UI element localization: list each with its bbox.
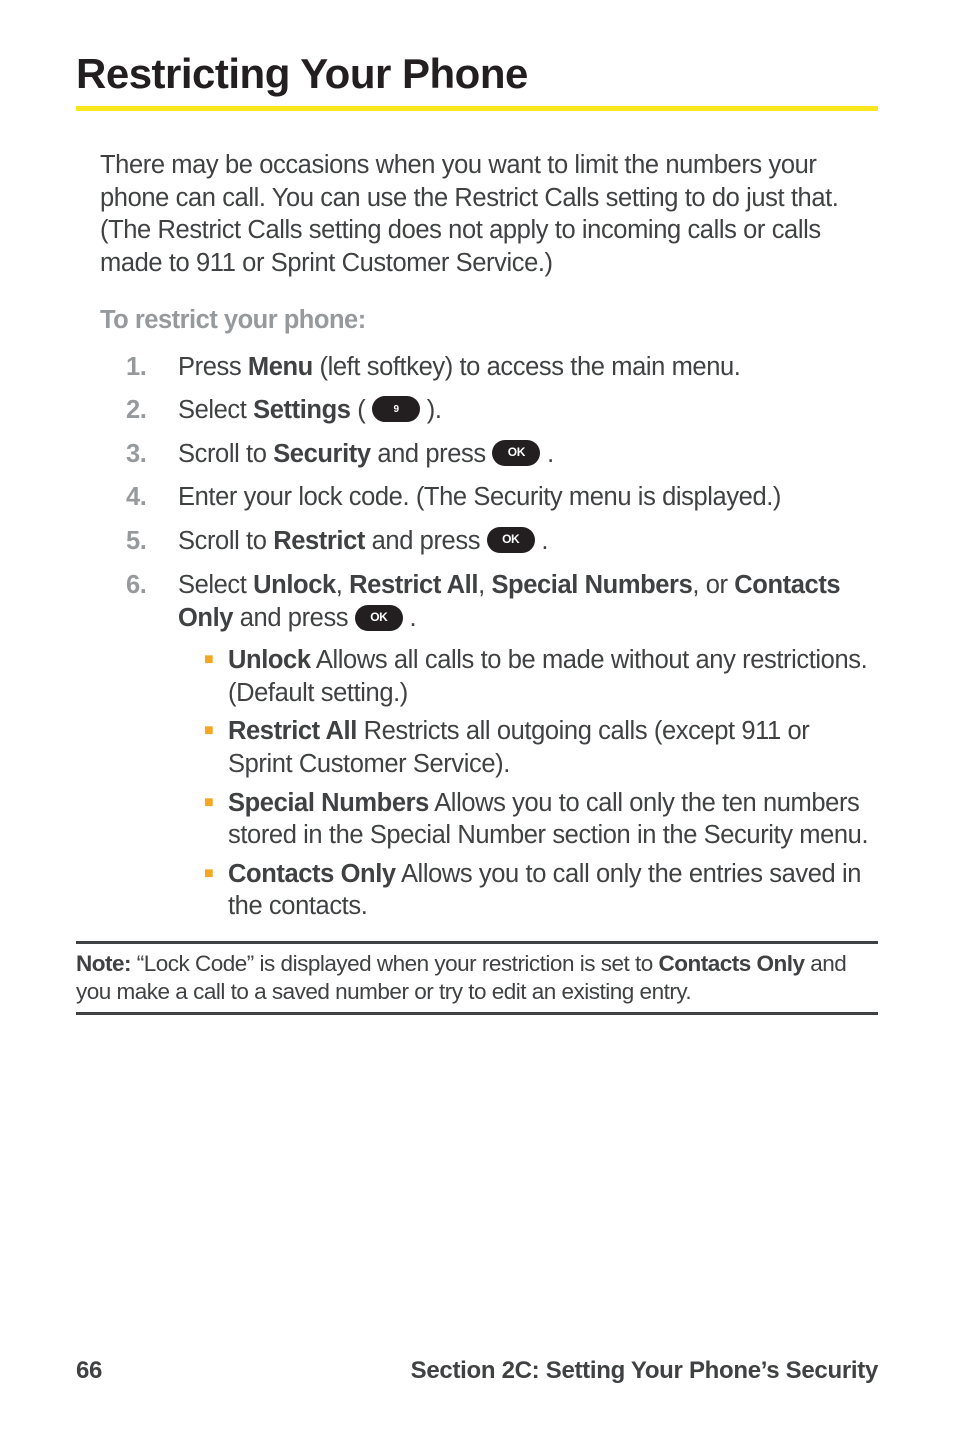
text: ). bbox=[420, 396, 441, 424]
text: (left softkey) to access the main menu. bbox=[313, 353, 741, 381]
text: Scroll to bbox=[178, 527, 273, 555]
text: , bbox=[336, 571, 349, 599]
step-5: 5. Scroll to Restrict and press OK . bbox=[126, 525, 878, 559]
list-item: ■ Special Numbers Allows you to call onl… bbox=[178, 787, 878, 852]
text: Allows all calls to be made without any … bbox=[228, 646, 867, 707]
text: . bbox=[540, 440, 553, 468]
restrict-all-option: Restrict All bbox=[349, 571, 478, 599]
bullet-icon: ■ bbox=[204, 793, 228, 852]
key-ok-icon: OK bbox=[492, 440, 540, 466]
special-numbers-option: Special Numbers bbox=[491, 571, 692, 599]
menu-label: Menu bbox=[248, 353, 313, 381]
text: . bbox=[403, 604, 416, 632]
text: and press bbox=[371, 440, 493, 468]
step-body: Scroll to Security and press OK . bbox=[178, 438, 878, 472]
step-number: 2. bbox=[126, 394, 178, 428]
list-item: ■ Unlock Allows all calls to be made wit… bbox=[178, 644, 878, 709]
list-item: ■ Restrict All Restricts all outgoing ca… bbox=[178, 715, 878, 780]
contacts-only-ref: Contacts Only bbox=[659, 951, 805, 976]
key-ok-icon: OK bbox=[355, 605, 403, 631]
steps-list: 1. Press Menu (left softkey) to access t… bbox=[126, 351, 878, 930]
step-number: 5. bbox=[126, 525, 178, 559]
subhead: To restrict your phone: bbox=[100, 306, 878, 335]
intro-paragraph: There may be occasions when you want to … bbox=[100, 149, 878, 280]
note-label: Note: bbox=[76, 951, 137, 976]
step-number: 6. bbox=[126, 569, 178, 929]
restrict-label: Restrict bbox=[273, 527, 365, 555]
settings-label: Settings bbox=[253, 396, 350, 424]
bullet-body: Unlock Allows all calls to be made witho… bbox=[228, 644, 878, 709]
step-number: 4. bbox=[126, 481, 178, 515]
step-4: 4. Enter your lock code. (The Security m… bbox=[126, 481, 878, 515]
bullet-body: Special Numbers Allows you to call only … bbox=[228, 787, 878, 852]
text: “Lock Code” is displayed when your restr… bbox=[137, 951, 659, 976]
step-body: Select Settings ( 9 ). bbox=[178, 394, 878, 428]
step-body: Select Unlock, Restrict All, Special Num… bbox=[178, 569, 878, 929]
bullet-body: Restrict All Restricts all outgoing call… bbox=[228, 715, 878, 780]
options-list: ■ Unlock Allows all calls to be made wit… bbox=[178, 644, 878, 923]
step-2: 2. Select Settings ( 9 ). bbox=[126, 394, 878, 428]
text: , or bbox=[692, 571, 734, 599]
step-number: 3. bbox=[126, 438, 178, 472]
step-3: 3. Scroll to Security and press OK . bbox=[126, 438, 878, 472]
step-number: 1. bbox=[126, 351, 178, 385]
contacts-only-label: Contacts Only bbox=[228, 860, 396, 888]
text: Enter your lock code. (The Security menu… bbox=[178, 483, 781, 511]
bullet-icon: ■ bbox=[204, 721, 228, 780]
step-6: 6. Select Unlock, Restrict All, Special … bbox=[126, 569, 878, 929]
text: Scroll to bbox=[178, 440, 273, 468]
section-label: Section 2C: Setting Your Phone’s Securit… bbox=[411, 1357, 878, 1385]
step-body: Press Menu (left softkey) to access the … bbox=[178, 351, 878, 385]
step-body: Scroll to Restrict and press OK . bbox=[178, 525, 878, 559]
page-title: Restricting Your Phone bbox=[76, 50, 878, 111]
text: , bbox=[478, 571, 491, 599]
step-1: 1. Press Menu (left softkey) to access t… bbox=[126, 351, 878, 385]
text: and press bbox=[233, 604, 355, 632]
list-item: ■ Contacts Only Allows you to call only … bbox=[178, 858, 878, 923]
note-box: Note: “Lock Code” is displayed when your… bbox=[76, 941, 878, 1015]
restrict-all-label: Restrict All bbox=[228, 717, 357, 745]
security-label: Security bbox=[273, 440, 370, 468]
bullet-icon: ■ bbox=[204, 864, 228, 923]
text: Press bbox=[178, 353, 248, 381]
bullet-icon: ■ bbox=[204, 650, 228, 709]
text: Select bbox=[178, 571, 253, 599]
text: Select bbox=[178, 396, 253, 424]
text: . bbox=[535, 527, 548, 555]
page-footer: 66 Section 2C: Setting Your Phone’s Secu… bbox=[76, 1357, 878, 1391]
text: and press bbox=[365, 527, 487, 555]
special-numbers-label: Special Numbers bbox=[228, 789, 429, 817]
unlock-option: Unlock bbox=[253, 571, 336, 599]
text: ( bbox=[351, 396, 372, 424]
unlock-label: Unlock bbox=[228, 646, 311, 674]
bullet-body: Contacts Only Allows you to call only th… bbox=[228, 858, 878, 923]
page-number: 66 bbox=[76, 1357, 102, 1385]
key-ok-icon: OK bbox=[487, 527, 535, 553]
step-body: Enter your lock code. (The Security menu… bbox=[178, 481, 878, 515]
key-9-icon: 9 bbox=[372, 396, 420, 422]
